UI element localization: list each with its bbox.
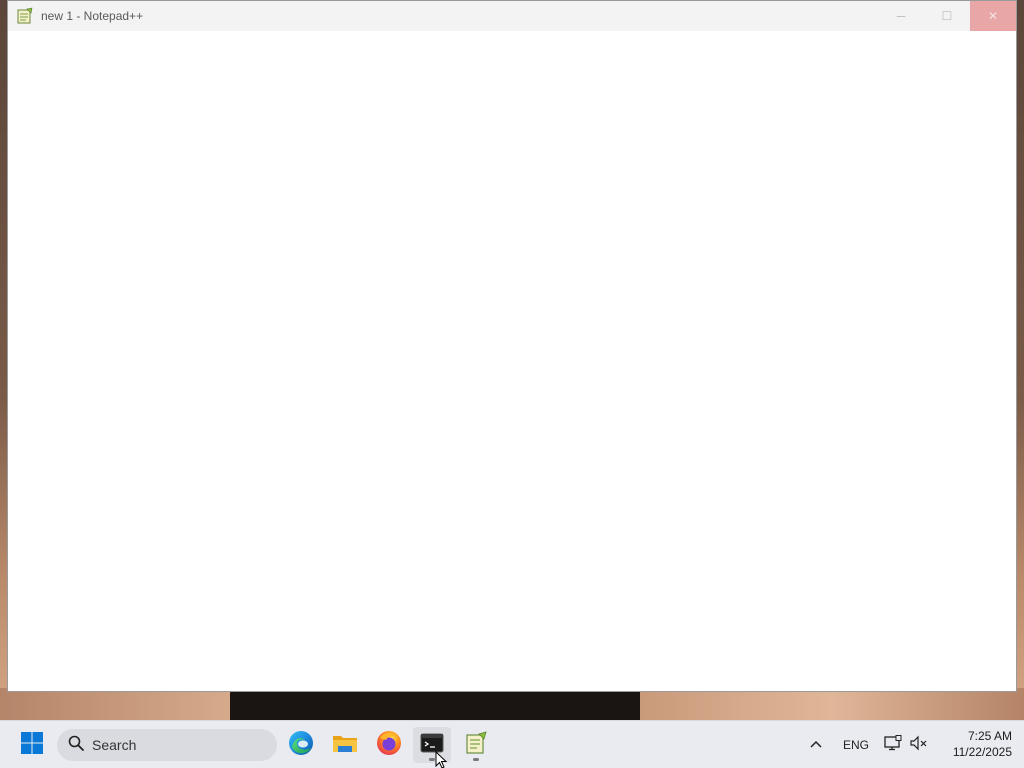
notepadpp-window: new 1 - Notepad++ ─ ☐ ✕ <box>7 0 1017 692</box>
running-indicator <box>473 758 479 761</box>
minimize-button[interactable]: ─ <box>878 1 924 31</box>
network-status-button[interactable] <box>884 721 902 768</box>
windows-logo-icon <box>20 731 44 760</box>
close-button[interactable]: ✕ <box>970 1 1016 31</box>
wallpaper-detail <box>0 688 240 720</box>
chevron-up-icon <box>809 736 823 754</box>
volume-button[interactable] <box>910 721 928 768</box>
window-title: new 1 - Notepad++ <box>41 9 144 23</box>
wallpaper-detail <box>640 688 1024 720</box>
edge-icon <box>288 730 314 761</box>
firefox-icon <box>376 730 402 761</box>
taskbar-firefox[interactable] <box>370 727 408 763</box>
clock-time: 7:25 AM <box>967 729 1012 743</box>
volume-muted-icon <box>910 735 928 756</box>
window-titlebar[interactable]: new 1 - Notepad++ ─ ☐ ✕ <box>8 1 1016 31</box>
clock-date: 11/22/2025 <box>952 745 1012 759</box>
network-icon <box>884 734 902 756</box>
taskbar-notepadpp[interactable] <box>457 727 495 763</box>
language-indicator[interactable]: ENG <box>843 721 869 768</box>
taskbar-file-explorer[interactable] <box>326 727 364 763</box>
mouse-cursor-icon <box>435 750 448 768</box>
taskbar: Search ENG 7:25 AM 11/22/2025 <box>0 720 1024 768</box>
start-button[interactable] <box>16 731 48 759</box>
editor-area[interactable] <box>8 31 1016 691</box>
taskbar-clock[interactable]: 7:25 AM 11/22/2025 <box>936 728 1012 760</box>
search-label: Search <box>92 737 137 753</box>
notepadpp-icon <box>464 730 488 760</box>
tray-overflow-button[interactable] <box>809 721 823 768</box>
window-controls: ─ ☐ ✕ <box>878 1 1016 31</box>
language-label: ENG <box>843 738 870 752</box>
taskbar-edge[interactable] <box>282 727 320 763</box>
folder-icon <box>332 732 358 759</box>
search-icon <box>68 735 84 756</box>
taskbar-search[interactable]: Search <box>57 729 277 761</box>
notepadpp-icon <box>16 7 34 25</box>
maximize-button[interactable]: ☐ <box>924 1 970 31</box>
wallpaper-detail <box>230 688 660 720</box>
